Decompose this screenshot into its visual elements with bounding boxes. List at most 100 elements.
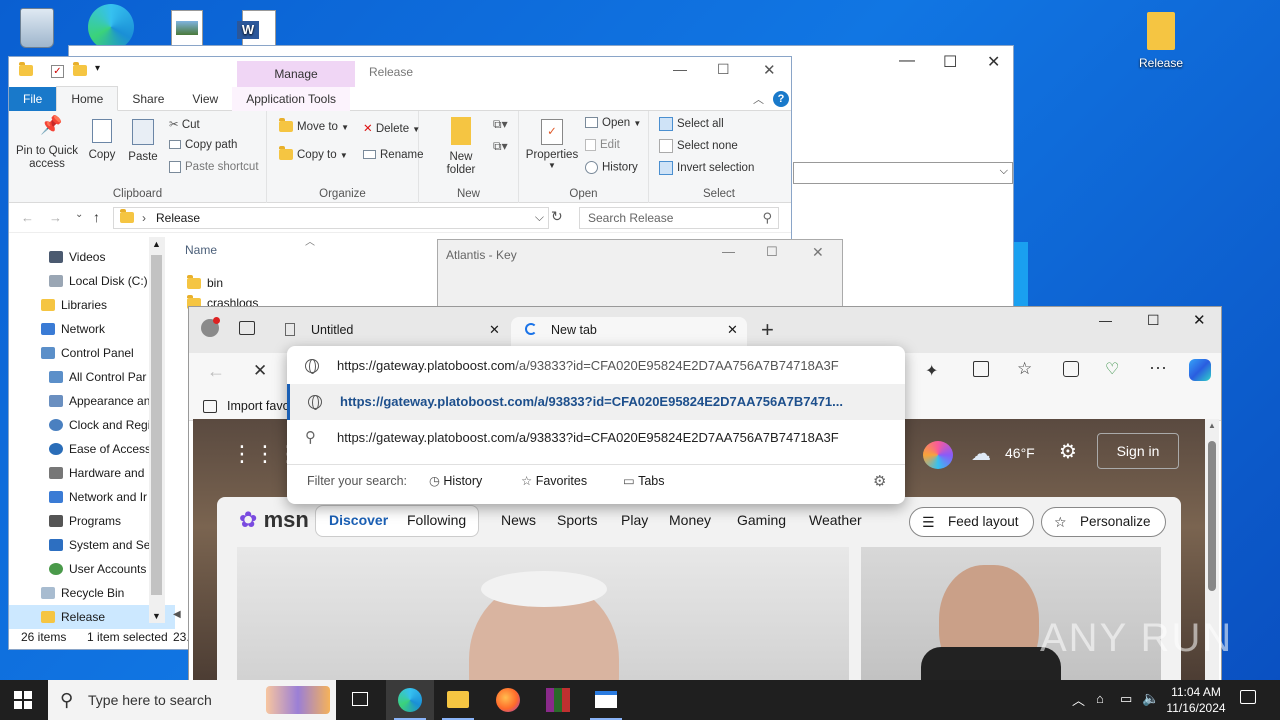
- nav-scrollbar[interactable]: ▲ ▼: [149, 237, 165, 623]
- copy-to-button[interactable]: Copy to ▼: [279, 146, 348, 161]
- network-icon[interactable]: ▭: [1120, 691, 1132, 707]
- forward-arrow-icon[interactable]: →: [49, 210, 62, 225]
- scroll-down-icon[interactable]: ▼: [152, 611, 161, 621]
- customize-toolbar-icon[interactable]: ▾: [95, 63, 100, 74]
- tab-following[interactable]: Following: [407, 512, 466, 528]
- minimize-icon[interactable]: —: [1099, 313, 1112, 328]
- chevron-down-icon[interactable]: ⌵: [535, 210, 544, 225]
- image-file-desktop-icon[interactable]: [152, 10, 222, 48]
- help-icon[interactable]: ?: [773, 91, 789, 107]
- copy-path-button[interactable]: Copy path: [169, 139, 237, 151]
- weather-temperature[interactable]: 46°F: [1005, 445, 1035, 461]
- split-screen-icon[interactable]: [973, 361, 989, 377]
- task-view-button[interactable]: [336, 680, 384, 720]
- close-icon[interactable]: ✕: [987, 52, 1000, 72]
- select-all-button[interactable]: Select all: [659, 117, 724, 131]
- show-hidden-icons-icon[interactable]: ︿: [1072, 690, 1085, 709]
- minimize-icon[interactable]: —: [722, 244, 735, 259]
- maximize-icon[interactable]: ☐: [1147, 312, 1160, 329]
- new-item-icon[interactable]: ⧉▾: [493, 117, 508, 132]
- up-arrow-icon[interactable]: ↑: [93, 209, 100, 225]
- import-favorites-link[interactable]: Import favo: [227, 399, 290, 413]
- filter-tabs-button[interactable]: ▭ Tabs: [623, 473, 664, 488]
- scroll-thumb[interactable]: [1208, 441, 1216, 591]
- nav-gaming[interactable]: Gaming: [737, 512, 786, 528]
- address-input-row[interactable]: https://gateway.platoboost.com/a/93833?i…: [287, 348, 905, 384]
- tab-home[interactable]: Home: [56, 86, 119, 111]
- taskbar-file-explorer[interactable]: [434, 680, 482, 720]
- suggestion-item-selected[interactable]: https://gateway.platoboost.com/a/93833?i…: [287, 384, 905, 420]
- taskbar-firefox[interactable]: [484, 680, 532, 720]
- paste-button[interactable]: Paste: [127, 119, 159, 163]
- browser-essentials-icon[interactable]: ♡: [1105, 359, 1119, 379]
- maximize-icon[interactable]: ☐: [766, 244, 778, 260]
- personalize-button[interactable]: ☆ Personalize: [1041, 507, 1166, 537]
- minimize-icon[interactable]: —: [899, 52, 915, 70]
- taskbar-edge[interactable]: [386, 680, 434, 720]
- maximize-icon[interactable]: ☐: [943, 52, 957, 72]
- manage-context-tab[interactable]: Manage: [237, 61, 355, 87]
- history-button[interactable]: History: [585, 161, 638, 174]
- clock[interactable]: 11:04 AM 11/16/2024: [1160, 684, 1232, 716]
- taskbar-search-input[interactable]: ⚲ Type here to search: [48, 680, 336, 720]
- close-icon[interactable]: ✕: [812, 244, 824, 261]
- tab-discover[interactable]: Discover: [329, 512, 388, 528]
- open-button[interactable]: Open ▼: [585, 117, 641, 129]
- sign-in-button[interactable]: Sign in: [1097, 433, 1179, 469]
- settings-gear-icon[interactable]: ⚙: [1059, 439, 1077, 464]
- close-tab-icon[interactable]: ✕: [489, 317, 500, 343]
- minimize-icon[interactable]: —: [673, 61, 687, 77]
- edit-button[interactable]: Edit: [585, 139, 620, 151]
- delete-button[interactable]: ✕ Delete ▼: [363, 121, 420, 135]
- scroll-left-icon[interactable]: ◀: [173, 609, 181, 620]
- filter-history-button[interactable]: ◷ History: [429, 473, 482, 488]
- collections-icon[interactable]: [1063, 361, 1079, 377]
- volume-icon[interactable]: 🔈: [1142, 690, 1159, 707]
- list-item[interactable]: bin: [187, 273, 223, 293]
- new-folder-button[interactable]: New folder: [435, 117, 487, 177]
- msn-logo[interactable]: ✿ msn: [239, 507, 309, 533]
- close-tab-icon[interactable]: ✕: [727, 317, 738, 343]
- tab-file[interactable]: File: [9, 86, 57, 111]
- collapse-ribbon-icon[interactable]: ︿: [753, 91, 764, 107]
- taskbar-winrar[interactable]: [534, 680, 582, 720]
- notification-center-icon[interactable]: [1240, 690, 1256, 704]
- back-arrow-icon[interactable]: ←: [207, 361, 225, 382]
- copilot-search-icon[interactable]: [923, 441, 953, 469]
- nav-news[interactable]: News: [501, 512, 536, 528]
- edge-desktop-icon[interactable]: [76, 4, 146, 50]
- tab-view[interactable]: View: [178, 87, 232, 111]
- suggestion-item[interactable]: ⚲ https://gateway.platoboost.com/a/93833…: [287, 420, 905, 456]
- select-none-button[interactable]: Select none: [659, 139, 738, 153]
- nav-money[interactable]: Money: [669, 512, 711, 528]
- column-header-name[interactable]: Name: [185, 243, 217, 257]
- more-options-icon[interactable]: ···: [1149, 357, 1167, 378]
- taskbar-app-window[interactable]: [582, 680, 630, 720]
- feed-layout-button[interactable]: ☰ Feed layout: [909, 507, 1034, 537]
- pin-to-quick-access-button[interactable]: 📌 Pin to Quick access: [15, 116, 79, 171]
- recycle-bin-desktop-icon[interactable]: [2, 8, 72, 48]
- tab-application-tools[interactable]: Application Tools: [232, 86, 351, 111]
- address-bar[interactable]: › Release ⌵: [113, 207, 549, 229]
- windows-start-icon[interactable]: [14, 691, 32, 709]
- invert-selection-button[interactable]: Invert selection: [659, 161, 754, 175]
- new-folder-icon[interactable]: [73, 62, 87, 76]
- maximize-icon[interactable]: ☐: [717, 61, 730, 78]
- favorites-icon[interactable]: ☆: [1017, 359, 1032, 379]
- properties-checkbox-icon[interactable]: ✓: [51, 65, 64, 78]
- atlantis-key-window[interactable]: Atlantis - Key — ☐ ✕: [437, 239, 843, 309]
- scroll-up-icon[interactable]: ▲: [1208, 421, 1216, 430]
- close-icon[interactable]: ✕: [1193, 311, 1206, 329]
- cut-button[interactable]: ✂ Cut: [169, 117, 200, 131]
- rename-button[interactable]: Rename: [363, 149, 423, 161]
- tab-actions-icon[interactable]: [239, 321, 255, 335]
- scroll-thumb[interactable]: [151, 255, 162, 595]
- stop-loading-icon[interactable]: ✕: [253, 361, 267, 381]
- nav-weather[interactable]: Weather: [809, 512, 862, 528]
- copy-button[interactable]: Copy: [87, 119, 117, 161]
- folder-icon[interactable]: [19, 62, 33, 76]
- tab-share[interactable]: Share: [118, 87, 178, 111]
- close-icon[interactable]: ✕: [763, 61, 776, 79]
- new-tab-plus-icon[interactable]: +: [761, 317, 774, 343]
- move-to-button[interactable]: Move to ▼: [279, 118, 349, 133]
